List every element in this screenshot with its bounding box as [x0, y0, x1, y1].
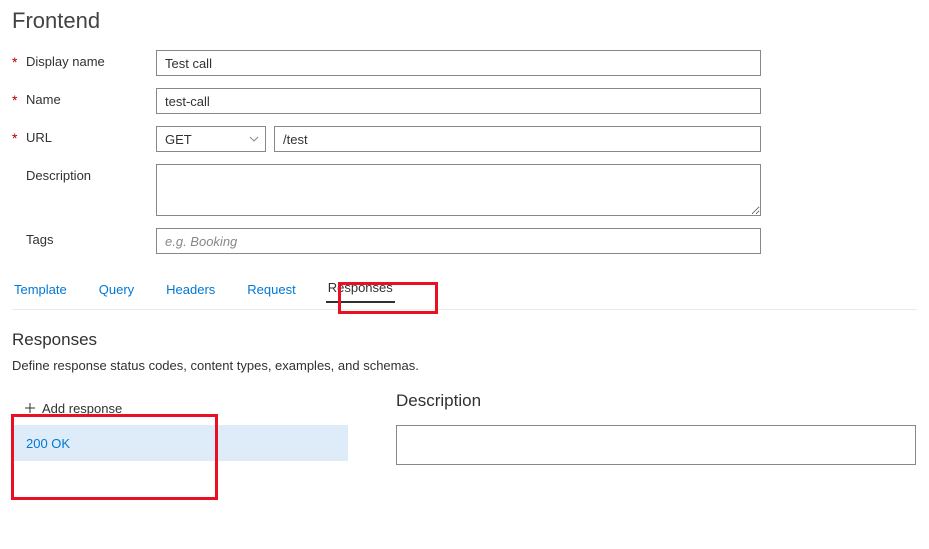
responses-title: Responses: [12, 330, 917, 350]
add-response-button[interactable]: Add response: [12, 391, 348, 425]
plus-icon: [24, 402, 36, 414]
display-name-input[interactable]: [156, 50, 761, 76]
tab-request[interactable]: Request: [245, 278, 297, 301]
tab-template[interactable]: Template: [12, 278, 69, 301]
tags-input[interactable]: [156, 228, 761, 254]
tab-query[interactable]: Query: [97, 278, 136, 301]
page-title: Frontend: [12, 8, 917, 34]
url-path-input[interactable]: [274, 126, 761, 152]
spacer: [12, 228, 26, 230]
name-label: Name: [26, 88, 156, 107]
tab-bar: Template Query Headers Request Responses: [12, 276, 917, 310]
display-name-label: Display name: [26, 50, 156, 69]
tags-label: Tags: [26, 228, 156, 247]
chevron-down-icon: [249, 134, 259, 144]
required-marker: *: [12, 88, 26, 110]
description-textarea[interactable]: [156, 164, 761, 216]
http-method-value: GET: [165, 132, 192, 147]
required-marker: *: [12, 126, 26, 148]
name-input[interactable]: [156, 88, 761, 114]
response-description-label: Description: [396, 391, 917, 411]
spacer: [12, 164, 26, 166]
response-item[interactable]: 200 OK: [12, 425, 348, 461]
required-marker: *: [12, 50, 26, 72]
description-label: Description: [26, 164, 156, 183]
responses-description: Define response status codes, content ty…: [12, 358, 917, 373]
response-description-input[interactable]: [396, 425, 916, 465]
tab-responses[interactable]: Responses: [326, 276, 395, 303]
http-method-select[interactable]: GET: [156, 126, 266, 152]
responses-list: Add response 200 OK: [12, 391, 348, 465]
add-response-label: Add response: [42, 401, 122, 416]
tab-headers[interactable]: Headers: [164, 278, 217, 301]
url-label: URL: [26, 126, 156, 145]
